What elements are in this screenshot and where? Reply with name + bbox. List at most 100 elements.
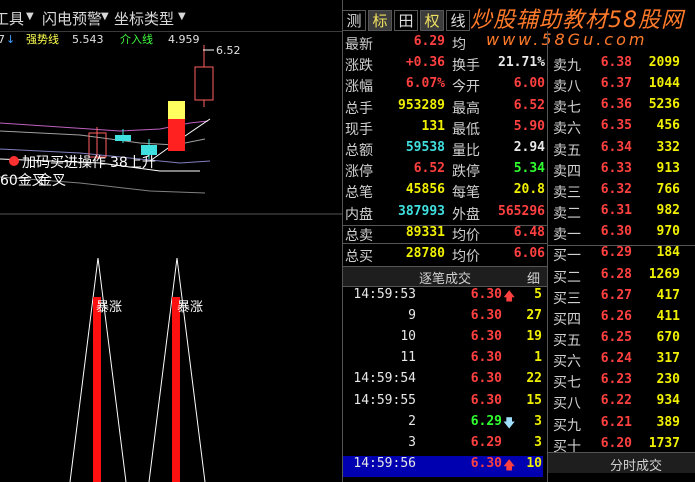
order-level-label: 卖四 bbox=[553, 163, 581, 180]
order-level-label: 买五 bbox=[553, 332, 581, 349]
order-price: 6.26 bbox=[600, 308, 632, 324]
candle-bar bbox=[168, 119, 185, 151]
arrow-up-icon: 🡅 bbox=[503, 457, 516, 472]
tick-time: 10 bbox=[400, 329, 416, 345]
order-price: 6.21 bbox=[600, 414, 632, 430]
tick-row[interactable]: 10 6.30 19 bbox=[343, 329, 543, 350]
toolbar-alert-menu[interactable]: 闪电预警 bbox=[42, 9, 102, 29]
order-volume: 5236 bbox=[648, 97, 680, 113]
legend-strong-line-value: 5.543 bbox=[72, 33, 104, 46]
quote-value: 5.90 bbox=[513, 118, 545, 134]
tab-grid[interactable]: 田 bbox=[394, 10, 418, 31]
toolbar-axis-type-menu[interactable]: 坐标类型 bbox=[114, 9, 174, 29]
ticks-header: 逐笔成交 细 bbox=[343, 266, 547, 287]
signal-bar-red bbox=[172, 297, 180, 482]
quote-label: 总卖 bbox=[345, 227, 373, 244]
tab-rights[interactable]: 权 bbox=[420, 10, 444, 31]
tick-row[interactable]: 14:59:54 6.30 22 bbox=[343, 371, 543, 392]
order-price: 6.20 bbox=[600, 435, 632, 451]
tick-price: 6.30 bbox=[470, 287, 502, 302]
tick-row[interactable]: 14:59:55 6.30 15 bbox=[343, 393, 543, 414]
tick-time: 3 bbox=[408, 434, 416, 450]
candle-bar bbox=[194, 66, 214, 101]
quote-label: 量比 bbox=[452, 143, 480, 159]
order-price: 6.29 bbox=[600, 245, 632, 261]
tick-price: 6.30 bbox=[470, 392, 502, 408]
quote-label: 最高 bbox=[452, 100, 480, 117]
dropdown-arrow-icon[interactable]: ▼ bbox=[178, 11, 190, 27]
overlay-buy-text: 加码买进操作 bbox=[22, 155, 106, 171]
order-volume: 982 bbox=[656, 203, 680, 219]
order-volume: 670 bbox=[656, 329, 680, 345]
order-price: 6.32 bbox=[600, 181, 632, 197]
order-volume: 2099 bbox=[648, 55, 680, 70]
quote-value: 6.52 bbox=[413, 161, 445, 177]
ticks-detail-button[interactable]: 细 bbox=[527, 268, 540, 287]
signal-bar-yellow bbox=[168, 101, 185, 121]
quote-label: 涨停 bbox=[345, 164, 373, 181]
tick-price: 6.30 bbox=[470, 308, 502, 324]
tick-price: 6.30 bbox=[470, 329, 502, 345]
legend-entry-line-value: 4.959 bbox=[168, 33, 200, 46]
quote-label: 涨跌 bbox=[345, 58, 373, 75]
order-price: 6.36 bbox=[600, 97, 632, 113]
dropdown-arrow-icon[interactable]: ▼ bbox=[101, 11, 113, 27]
tab-line[interactable]: 线 bbox=[446, 10, 470, 31]
tick-row[interactable]: 14:59:56 6.30 10 🡅 bbox=[343, 455, 543, 477]
quote-label: 均 bbox=[452, 37, 466, 53]
dropdown-arrow-icon[interactable]: ▼ bbox=[26, 11, 38, 27]
orderbook-divider bbox=[547, 31, 548, 482]
kline-chart[interactable]: 7 ↓ 强势线 5.543 介入线 4.959 6.52 加码买进操作 38上升… bbox=[0, 31, 342, 482]
order-price: 6.34 bbox=[600, 139, 632, 155]
tick-row[interactable]: 9 6.30 27 bbox=[343, 308, 543, 329]
order-volume: 934 bbox=[656, 393, 680, 409]
order-volume: 1044 bbox=[648, 76, 680, 92]
toolbar-tools-menu[interactable]: 工具 bbox=[0, 9, 24, 29]
tick-row[interactable]: 14:59:53 6.30 5 🡅 bbox=[343, 287, 543, 308]
quote-label: 内盘 bbox=[345, 206, 373, 223]
candle-bar bbox=[115, 135, 131, 141]
ticks-header-title[interactable]: 逐笔成交 bbox=[419, 268, 471, 287]
tick-volume: 22 bbox=[526, 371, 542, 387]
tick-row[interactable]: 11 6.30 1 bbox=[343, 350, 543, 371]
order-level-label: 卖六 bbox=[553, 121, 581, 138]
quote-value: 565296 bbox=[498, 203, 545, 219]
tick-price: 6.29 bbox=[470, 434, 502, 450]
arrow-down-icon: 🡇 bbox=[503, 415, 516, 430]
legend-prefix: 7 bbox=[0, 33, 5, 46]
quote-label: 外盘 bbox=[452, 206, 480, 223]
tab-measure[interactable]: 测 bbox=[342, 10, 366, 31]
quote-label: 均价 bbox=[452, 227, 480, 244]
tick-time: 2 bbox=[408, 413, 416, 429]
quote-label: 换手 bbox=[452, 58, 480, 75]
quote-value: 953289 bbox=[398, 97, 445, 113]
surge-signal-label: 暴涨 bbox=[96, 300, 122, 315]
quote-value: 6.52 bbox=[513, 97, 545, 113]
order-level-label: 买九 bbox=[553, 417, 581, 434]
legend-entry-line-label: 介入线 bbox=[120, 32, 153, 46]
order-level-label: 买二 bbox=[553, 269, 581, 286]
quote-value: 6.07% bbox=[405, 76, 445, 92]
order-volume: 411 bbox=[656, 308, 680, 324]
quote-label: 总买 bbox=[345, 249, 373, 265]
tick-price: 6.30 bbox=[470, 371, 502, 387]
order-price: 6.33 bbox=[600, 160, 632, 176]
signal-bar-red bbox=[93, 297, 101, 482]
quote-label: 总手 bbox=[345, 100, 373, 117]
quote-label: 涨幅 bbox=[345, 79, 373, 96]
order-level-label: 卖二 bbox=[553, 206, 581, 223]
tick-volume: 27 bbox=[526, 308, 542, 324]
quote-value: 2.94 bbox=[513, 140, 545, 155]
tick-price: 6.30 bbox=[470, 350, 502, 366]
quote-separator bbox=[343, 243, 547, 244]
tab-mark[interactable]: 标 bbox=[368, 10, 392, 31]
tick-volume: 19 bbox=[526, 329, 542, 345]
tick-row[interactable]: 2 6.29 3 🡇 bbox=[343, 414, 543, 435]
quote-label: 跌停 bbox=[452, 164, 480, 181]
quote-value: 6.29 bbox=[413, 34, 445, 49]
order-level-label: 买六 bbox=[553, 354, 581, 371]
tick-row[interactable]: 3 6.29 3 bbox=[343, 435, 543, 456]
orderbook-footer: 分时成交 bbox=[548, 452, 695, 474]
order-volume: 332 bbox=[656, 139, 680, 155]
quote-label: 今开 bbox=[452, 79, 480, 96]
